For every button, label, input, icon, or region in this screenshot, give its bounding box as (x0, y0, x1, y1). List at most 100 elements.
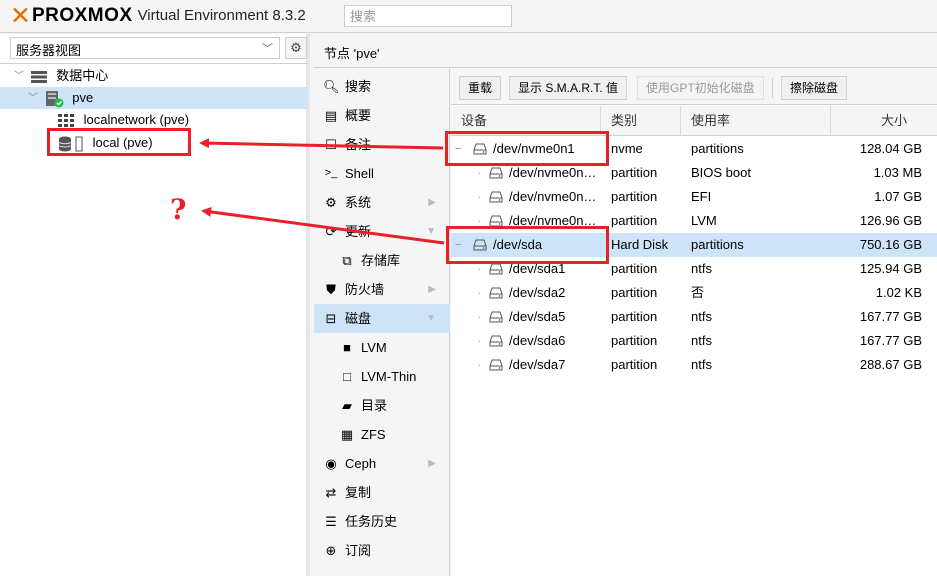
cell-device: · /dev/sda6 (455, 329, 601, 353)
cell-size: 167.77 GB (859, 333, 922, 348)
cell-usage: partitions (691, 141, 744, 156)
cell-size: 126.96 GB (859, 213, 922, 228)
menu-item-zfs[interactable]: ▦ ZFS (314, 420, 450, 449)
table-row[interactable]: · /dev/sda6 partition ntfs 167.77 GB (451, 329, 937, 353)
retweet-icon: ⇄ (325, 485, 337, 500)
cell-size: 288.67 GB (859, 357, 922, 372)
square-outline-icon: □ (343, 369, 351, 384)
menu-item-updates[interactable]: ⟳ 更新 ▼ (314, 217, 450, 246)
menu-item-summary[interactable]: ▤ 概要 (314, 101, 450, 130)
menu-item-lvm[interactable]: ■ LVM (314, 333, 450, 362)
device-name: /dev/nvme0n… (509, 189, 597, 204)
hdd-icon (489, 167, 503, 179)
summary-icon: ▤ (324, 108, 338, 123)
menu-item-repositories[interactable]: ⧉ 存储库 (314, 246, 450, 275)
cell-size: 167.77 GB (859, 309, 922, 324)
menu-item-directory[interactable]: ▰ 目录 (314, 391, 450, 420)
square-icon: ■ (343, 340, 351, 355)
page-title: 节点 'pve' (324, 46, 380, 61)
menu-item-search[interactable]: 🔍︎ 搜索 (314, 72, 450, 101)
menu-item-task-history[interactable]: ☰ 任务历史 (314, 507, 450, 536)
refresh-icon: ⟳ (325, 224, 337, 239)
terminal-icon: >_ (324, 167, 338, 179)
tree-label-localnetwork: localnetwork (pve) (83, 112, 190, 127)
cell-type: Hard Disk (611, 237, 669, 252)
menu-item-firewall[interactable]: ⛊ 防火墙 ▶ (314, 275, 450, 304)
tree-node-datacenter[interactable]: ﹀ 数据中心 (14, 65, 108, 87)
menu-item-subscription[interactable]: ⊕ 订阅 (314, 536, 450, 565)
cell-type: partition (611, 213, 658, 228)
chevron-right-icon: ▶ (428, 284, 436, 295)
hdd-icon (489, 359, 503, 371)
table-row[interactable]: · /dev/sda2 partition 否 1.02 KB (451, 281, 937, 305)
device-name: /dev/sda7 (509, 357, 566, 372)
proxmox-app: ✕ PROXMOX Virtual Environment 8.3.2 服务器视… (0, 0, 937, 576)
disks-toolbar: 重载 显示 S.M.A.R.T. 值 使用GPT初始化磁盘 擦除磁盘 (451, 69, 937, 105)
server-icon (30, 70, 47, 83)
cell-usage: ntfs (691, 261, 712, 276)
gears-icon: ⚙ (325, 195, 337, 210)
cell-usage: BIOS boot (691, 165, 751, 180)
cell-usage: ntfs (691, 309, 712, 324)
node-menu: 🔍︎ 搜索 ▤ 概要 ☐ 备注 >_ Shell ⚙ 系统 ▶ ⟳ 更新 ▼ ⧉ 存储库 ⛊ 防火墙… (314, 69, 450, 576)
view-select[interactable]: 服务器视图 ﹀ (10, 37, 280, 59)
tree-connector: · (477, 357, 482, 372)
cell-usage: ntfs (691, 333, 712, 348)
device-name: /dev/sda2 (509, 285, 566, 300)
init-gpt-button[interactable]: 使用GPT初始化磁盘 (637, 76, 764, 100)
cell-usage: 否 (691, 285, 705, 300)
search-input[interactable] (344, 5, 512, 27)
tree-label-pve: pve (72, 90, 94, 105)
collapse-icon[interactable]: ﹀ (14, 66, 26, 88)
table-row[interactable]: · /dev/sda5 partition ntfs 167.77 GB (451, 305, 937, 329)
cell-type: partition (611, 333, 658, 348)
table-row[interactable]: · /dev/nvme0n… partition EFI 1.07 GB (451, 185, 937, 209)
column-header-type[interactable]: 类别 (601, 106, 681, 136)
tree-node-pve[interactable]: ﹀ pve (0, 87, 308, 109)
shield-icon: ⛊ (326, 282, 336, 297)
table-row[interactable]: · /dev/sda7 partition ntfs 288.67 GB (451, 353, 937, 377)
menu-item-replication[interactable]: ⇄ 复制 (314, 478, 450, 507)
top-bar: ✕ PROXMOX Virtual Environment 8.3.2 (0, 0, 937, 33)
collapse-icon[interactable]: ﹀ (28, 88, 40, 110)
tree-connector: · (477, 189, 482, 204)
annotation-box-nvme-disk (445, 131, 609, 166)
cell-type: partition (611, 309, 658, 324)
cell-device: · /dev/sda2 (455, 281, 601, 305)
tree-connector: · (477, 309, 482, 324)
cell-type: partition (611, 261, 658, 276)
chevron-right-icon: ▶ (428, 458, 436, 469)
logo-x-mark: ✕ (10, 1, 31, 30)
node-header: 节点 'pve' (314, 34, 937, 68)
menu-item-lvm-thin[interactable]: □ LVM-Thin (314, 362, 450, 391)
reload-button[interactable]: 重载 (459, 76, 502, 100)
hdd-icon (489, 311, 503, 323)
chevron-down-icon: ▼ (426, 313, 436, 324)
node-online-icon (45, 90, 64, 108)
chevron-down-icon: ▼ (426, 226, 436, 237)
chevron-right-icon: ▶ (428, 197, 436, 208)
cell-usage: EFI (691, 189, 712, 204)
gear-icon[interactable]: ⚙ (285, 37, 307, 59)
proxmox-logo: ✕ PROXMOX Virtual Environment 8.3.2 (10, 1, 306, 30)
menu-item-system[interactable]: ⚙ 系统 ▶ (314, 188, 450, 217)
cell-size: 1.03 MB (873, 165, 922, 180)
column-header-usage[interactable]: 使用率 (681, 106, 831, 136)
menu-item-notes[interactable]: ☐ 备注 (314, 130, 450, 159)
column-header-size[interactable]: 大小 (831, 106, 937, 136)
wipe-disk-button[interactable]: 擦除磁盘 (781, 76, 848, 100)
device-name: /dev/sda5 (509, 309, 566, 324)
logo-version: Virtual Environment 8.3.2 (137, 7, 306, 24)
menu-item-disks[interactable]: ⊟ 磁盘 ▼ (314, 304, 450, 333)
smart-values-button[interactable]: 显示 S.M.A.R.T. 值 (509, 76, 628, 100)
tree-connector: · (477, 285, 482, 300)
menu-item-ceph[interactable]: ◉ Ceph ▶ (314, 449, 450, 478)
hdd-icon (489, 263, 503, 275)
cell-size: 125.94 GB (859, 261, 922, 276)
cell-type: partition (611, 285, 658, 300)
menu-item-shell[interactable]: >_ Shell (314, 159, 450, 188)
cell-type: nvme (611, 141, 643, 156)
cell-usage: partitions (691, 237, 744, 252)
cell-device: · /dev/sda7 (455, 353, 601, 377)
cell-type: partition (611, 165, 658, 180)
